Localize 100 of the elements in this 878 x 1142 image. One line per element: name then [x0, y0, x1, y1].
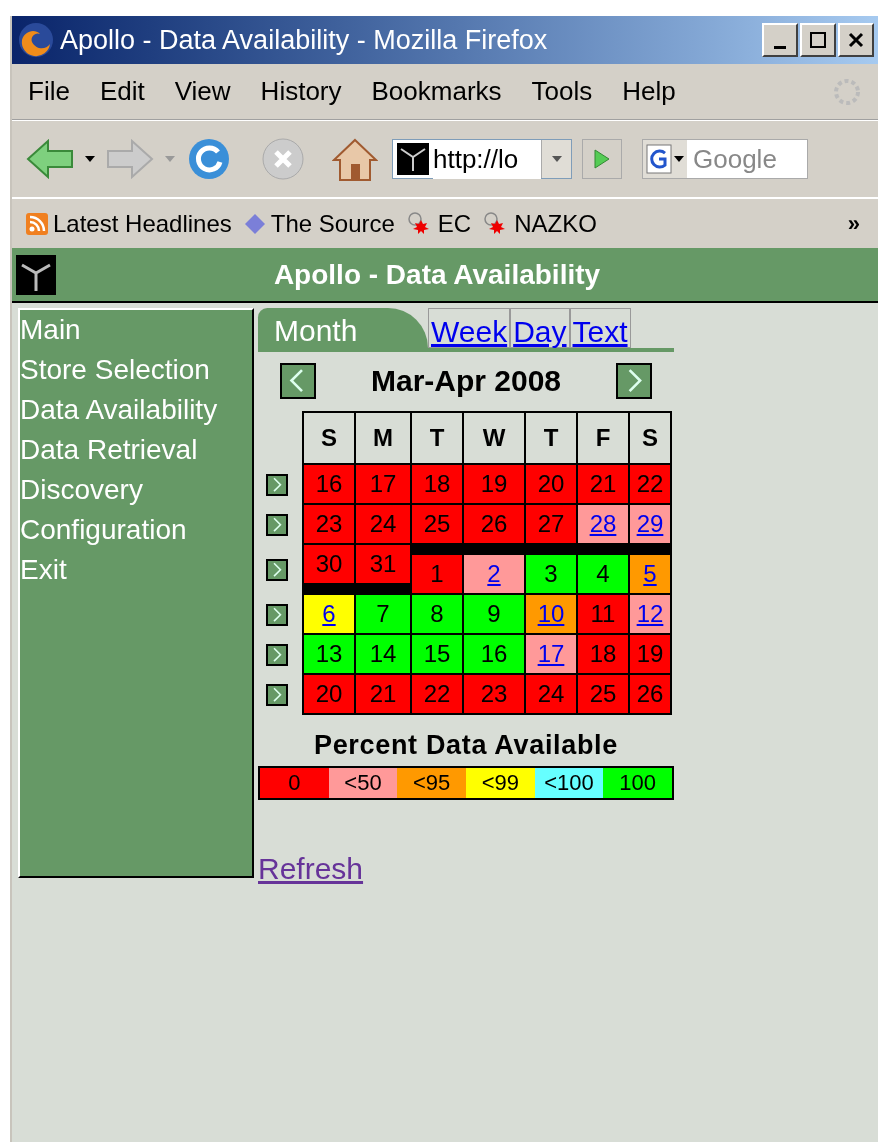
- week-button[interactable]: [266, 474, 288, 496]
- day-cell: 20: [304, 675, 354, 713]
- day-cell: 7: [356, 595, 410, 633]
- home-icon[interactable]: [332, 136, 378, 182]
- day-cell: 9: [464, 595, 524, 633]
- day-cell: 24: [526, 675, 576, 713]
- play-icon: [593, 148, 611, 170]
- weekday-header: S: [304, 413, 354, 463]
- chevron-right-icon: [270, 607, 284, 623]
- day-cell: 14: [356, 635, 410, 673]
- day-cell: 22: [412, 675, 462, 713]
- bookmark-link[interactable]: Latest Headlines: [53, 205, 232, 242]
- legend-item: 100: [603, 767, 673, 798]
- back-arrow-icon[interactable]: [26, 139, 74, 179]
- bookmark-link[interactable]: NAZKO: [514, 205, 597, 242]
- day-cell: 18: [412, 465, 462, 503]
- maximize-button[interactable]: [800, 23, 836, 57]
- page-title: Apollo - Data Availability: [272, 257, 602, 292]
- weekday-header: F: [578, 413, 628, 463]
- more-bookmarks-button[interactable]: »: [847, 207, 860, 240]
- day-cell: 8: [412, 595, 462, 633]
- week-button[interactable]: [266, 604, 288, 626]
- menu-item[interactable]: Tools: [531, 72, 593, 111]
- day-cell: 23: [464, 675, 524, 713]
- address-dropdown-button[interactable]: [541, 140, 571, 178]
- day-cell: 13: [304, 635, 354, 673]
- menu-item[interactable]: View: [174, 72, 231, 111]
- day-link[interactable]: 28: [578, 505, 628, 543]
- menu-item[interactable]: Bookmarks: [371, 72, 502, 111]
- day-cell: 26: [630, 675, 670, 713]
- chevron-right-icon: [270, 477, 284, 493]
- legend-item: <100: [534, 767, 604, 798]
- day-cell: 15: [412, 635, 462, 673]
- week-button[interactable]: [266, 684, 288, 706]
- day-cell: 17: [356, 465, 410, 503]
- diamond-icon: [243, 212, 266, 235]
- throbber-icon: [832, 76, 862, 107]
- day-cell: 21: [356, 675, 410, 713]
- chevron-right-icon: [270, 687, 284, 703]
- weekday-header: T: [412, 413, 462, 463]
- next-button[interactable]: [616, 362, 652, 399]
- view-tab[interactable]: Text: [569, 308, 631, 348]
- day-cell: 22: [630, 465, 670, 503]
- day-link[interactable]: 17: [526, 635, 576, 673]
- day-cell: 11: [578, 595, 628, 633]
- minimize-icon: [774, 45, 786, 49]
- day-cell: 25: [412, 505, 462, 543]
- legend-item: <99: [466, 767, 535, 798]
- day-link[interactable]: 12: [630, 595, 670, 633]
- menu-item[interactable]: Edit: [99, 72, 145, 111]
- chevron-right-icon: [270, 647, 284, 663]
- weekday-header: T: [526, 413, 576, 463]
- day-cell: 26: [464, 505, 524, 543]
- view-tab[interactable]: Week: [428, 308, 511, 348]
- chevron-right-icon: [270, 562, 284, 578]
- day-cell: 21: [578, 465, 628, 503]
- legend-item: <50: [328, 767, 398, 798]
- view-tab[interactable]: Day: [510, 308, 570, 348]
- bookmark-link[interactable]: EC: [437, 205, 472, 242]
- day-cell: 23: [304, 505, 354, 543]
- day-cell: 16: [304, 465, 354, 503]
- weekday-header: W: [464, 413, 524, 463]
- caret-icon: [550, 155, 563, 163]
- legend-item: 0: [260, 767, 329, 798]
- minimize-button[interactable]: [762, 23, 798, 57]
- day-link[interactable]: 29: [630, 505, 670, 543]
- previous-button[interactable]: [280, 362, 316, 399]
- address-field[interactable]: http://lo: [392, 139, 572, 179]
- day-cell: 25: [578, 675, 628, 713]
- weekday-header: M: [356, 413, 410, 463]
- legend-title: Percent Data Available: [313, 729, 619, 762]
- maximize-icon: [809, 31, 827, 49]
- legend-item: <95: [397, 767, 466, 798]
- rss-icon: [26, 212, 48, 235]
- day-link[interactable]: 6: [304, 595, 354, 633]
- close-icon: [847, 31, 865, 49]
- month-title: Mar-Apr 2008: [370, 363, 562, 399]
- day-cell: 24: [356, 505, 410, 543]
- day-cell: 18: [578, 635, 628, 673]
- close-button[interactable]: [838, 23, 874, 57]
- refresh-link[interactable]: Refresh: [258, 845, 364, 891]
- menu-item[interactable]: History: [260, 72, 342, 111]
- bookmark-link[interactable]: The Source: [270, 205, 395, 242]
- day-cell: 19: [464, 465, 524, 503]
- day-cell: 27: [526, 505, 576, 543]
- day-cell: 20: [526, 465, 576, 503]
- weekday-header: S: [630, 413, 670, 463]
- chevron-right-icon: [270, 517, 284, 533]
- day-cell: 16: [464, 635, 524, 673]
- window-title: Apollo - Data Availability - Mozilla Firefox: [60, 23, 549, 57]
- menu-item[interactable]: Help: [622, 72, 676, 111]
- dropdown-caret-icon[interactable]: [84, 155, 96, 163]
- day-link[interactable]: 10: [526, 595, 576, 633]
- reload-icon[interactable]: [186, 136, 232, 182]
- site-logo-icon: [397, 143, 429, 175]
- week-button[interactable]: [266, 514, 288, 536]
- menu-item[interactable]: File: [28, 72, 70, 111]
- day-cell: 19: [630, 635, 670, 673]
- week-button[interactable]: [266, 644, 288, 666]
- week-button[interactable]: [266, 559, 288, 581]
